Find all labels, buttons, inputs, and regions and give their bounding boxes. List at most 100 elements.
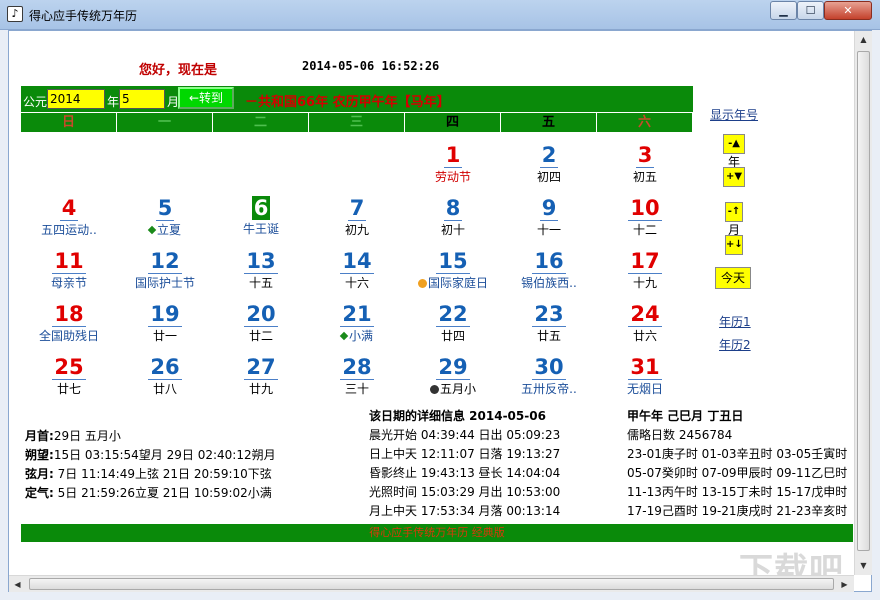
day-number: 18 [52, 302, 86, 327]
scroll-right-icon[interactable]: ▶ [836, 576, 853, 593]
detail-info-panel: 该日期的详细信息 2014-05-06 晨光开始 04:39:44 日出 05:… [369, 407, 560, 521]
show-era-link[interactable]: 显示年号 [710, 106, 758, 123]
vertical-scrollbar[interactable]: ▲ ▼ [854, 31, 872, 575]
day-cell[interactable]: 26 廿八 [117, 355, 213, 408]
day-lunar-label: 五四运动.. [21, 222, 117, 238]
day-lunar-text: 廿一 [152, 329, 177, 343]
weekday-fri: 五 [501, 113, 596, 132]
month-prev-button[interactable]: -↑ [725, 202, 743, 222]
weekday-mon: 一 [117, 113, 212, 132]
day-lunar-text: 初九 [344, 223, 369, 237]
day-cell[interactable]: 19 廿一 [117, 302, 213, 355]
detail-row: 月上中天 17:53:34 月落 00:13:14 [369, 504, 561, 518]
scroll-up-icon[interactable]: ▲ [855, 31, 872, 48]
day-lunar-text: 牛王诞 [242, 222, 279, 236]
day-cell[interactable]: 7 初九 [309, 196, 405, 249]
day-lunar-label: 廿九 [213, 381, 309, 397]
goto-button[interactable]: ←转到 [178, 87, 234, 109]
month-input[interactable] [119, 89, 165, 109]
greeting-label: 您好，现在是 [139, 63, 218, 78]
horizontal-scroll-thumb[interactable] [29, 578, 834, 590]
day-lunar-label: 初四 [501, 169, 597, 185]
day-lunar-label: 母亲节 [21, 275, 117, 291]
day-lunar-text: 五卅反帝.. [521, 382, 577, 396]
day-cell[interactable]: 11 母亲节 [21, 249, 117, 302]
date-nav-bar: 公元 年 月 ←转到 －共和国66年 农历甲午年【马年】 [21, 86, 693, 112]
day-lunar-label: 初十 [405, 222, 501, 238]
vertical-scroll-thumb[interactable] [857, 51, 870, 551]
current-datetime: 2014-05-06 16:52:26 [302, 59, 440, 73]
horizontal-scrollbar[interactable]: ◀ ▶ [9, 575, 854, 592]
day-cell[interactable]: 29 五月小 [405, 355, 501, 408]
day-number: 14 [340, 249, 374, 274]
day-cell[interactable]: 9 十一 [501, 196, 597, 249]
day-cell[interactable]: 15 国际家庭日 [405, 249, 501, 302]
day-number: 20 [244, 302, 278, 327]
day-lunar-text: 三十 [344, 382, 369, 396]
day-lunar-label: 劳动节 [405, 169, 501, 185]
day-number: 3 [635, 143, 655, 168]
day-lunar-label: 初九 [309, 222, 405, 238]
day-cell[interactable]: 28 三十 [309, 355, 405, 408]
day-cell[interactable]: 24 廿六 [597, 302, 693, 355]
day-number: 17 [628, 249, 662, 274]
client-area: 您好，现在是 2014-05-06 16:52:26 公元 年 月 ←转到 －共… [8, 30, 872, 592]
day-number: 16 [532, 249, 566, 274]
day-cell[interactable]: 6 牛王诞 [213, 196, 309, 249]
day-cell[interactable]: 14 十六 [309, 249, 405, 302]
day-cell[interactable]: 2 初四 [501, 143, 597, 196]
day-cell[interactable]: 18 全国助残日 [21, 302, 117, 355]
ganzhi-row: 17-19己酉时 19-21庚戌时 21-23辛亥时 [627, 504, 848, 518]
day-cell[interactable]: 4 五四运动.. [21, 196, 117, 249]
day-cell[interactable]: 23 廿五 [501, 302, 597, 355]
close-button[interactable]: ✕ [824, 1, 872, 20]
solar-term-icon [339, 331, 349, 341]
day-lunar-text: 锡伯族西.. [521, 276, 577, 290]
year-input[interactable] [47, 89, 105, 109]
day-lunar-text: 十一 [536, 223, 561, 237]
day-number: 28 [340, 355, 374, 380]
day-cell[interactable]: 27 廿九 [213, 355, 309, 408]
today-button[interactable]: 今天 [715, 267, 751, 289]
day-number: 9 [539, 196, 559, 221]
day-cell[interactable]: 1 劳动节 [405, 143, 501, 196]
footer-bar: 得心应手传统万年历 经典版 [21, 524, 853, 542]
minimize-button[interactable]: ▁ [770, 1, 797, 20]
day-number: 8 [443, 196, 463, 221]
yearly-calendar-2-link[interactable]: 年历2 [719, 336, 751, 353]
maximize-button[interactable]: ☐ [797, 1, 824, 20]
month-next-button[interactable]: +↓ [725, 235, 743, 255]
day-cell[interactable]: 8 初十 [405, 196, 501, 249]
day-number: 29 [436, 355, 470, 380]
day-number: 12 [148, 249, 182, 274]
day-cell[interactable]: 30 五卅反帝.. [501, 355, 597, 408]
day-number: 30 [532, 355, 566, 380]
day-lunar-text: 国际家庭日 [427, 276, 488, 290]
day-cell[interactable]: 31 无烟日 [597, 355, 693, 408]
yearly-calendar-1-link[interactable]: 年历1 [719, 313, 751, 330]
day-lunar-text: 十二 [632, 223, 657, 237]
day-lunar-text: 廿六 [632, 329, 657, 343]
day-cell[interactable]: 3 初五 [597, 143, 693, 196]
day-cell[interactable]: 10 十二 [597, 196, 693, 249]
day-lunar-text: 廿八 [152, 382, 177, 396]
day-cell[interactable]: 5 立夏 [117, 196, 213, 249]
day-number: 5 [155, 196, 175, 221]
day-number: 31 [628, 355, 662, 380]
day-cell[interactable]: 22 廿四 [405, 302, 501, 355]
day-cell[interactable]: 12 国际护士节 [117, 249, 213, 302]
day-lunar-label: 廿一 [117, 328, 213, 344]
day-cell[interactable]: 16 锡伯族西.. [501, 249, 597, 302]
day-lunar-text: 五四运动.. [41, 223, 97, 237]
day-cell[interactable]: 21 小满 [309, 302, 405, 355]
day-cell[interactable]: 20 廿二 [213, 302, 309, 355]
year-next-button[interactable]: +▼ [723, 167, 745, 187]
year-prev-button[interactable]: -▲ [723, 134, 745, 154]
day-cell[interactable]: 25 廿七 [21, 355, 117, 408]
day-lunar-text: 廿九 [248, 382, 273, 396]
day-number: 4 [59, 196, 79, 221]
day-cell[interactable]: 17 十九 [597, 249, 693, 302]
day-cell[interactable]: 13 十五 [213, 249, 309, 302]
scroll-down-icon[interactable]: ▼ [855, 557, 872, 574]
scroll-left-icon[interactable]: ◀ [9, 576, 26, 593]
